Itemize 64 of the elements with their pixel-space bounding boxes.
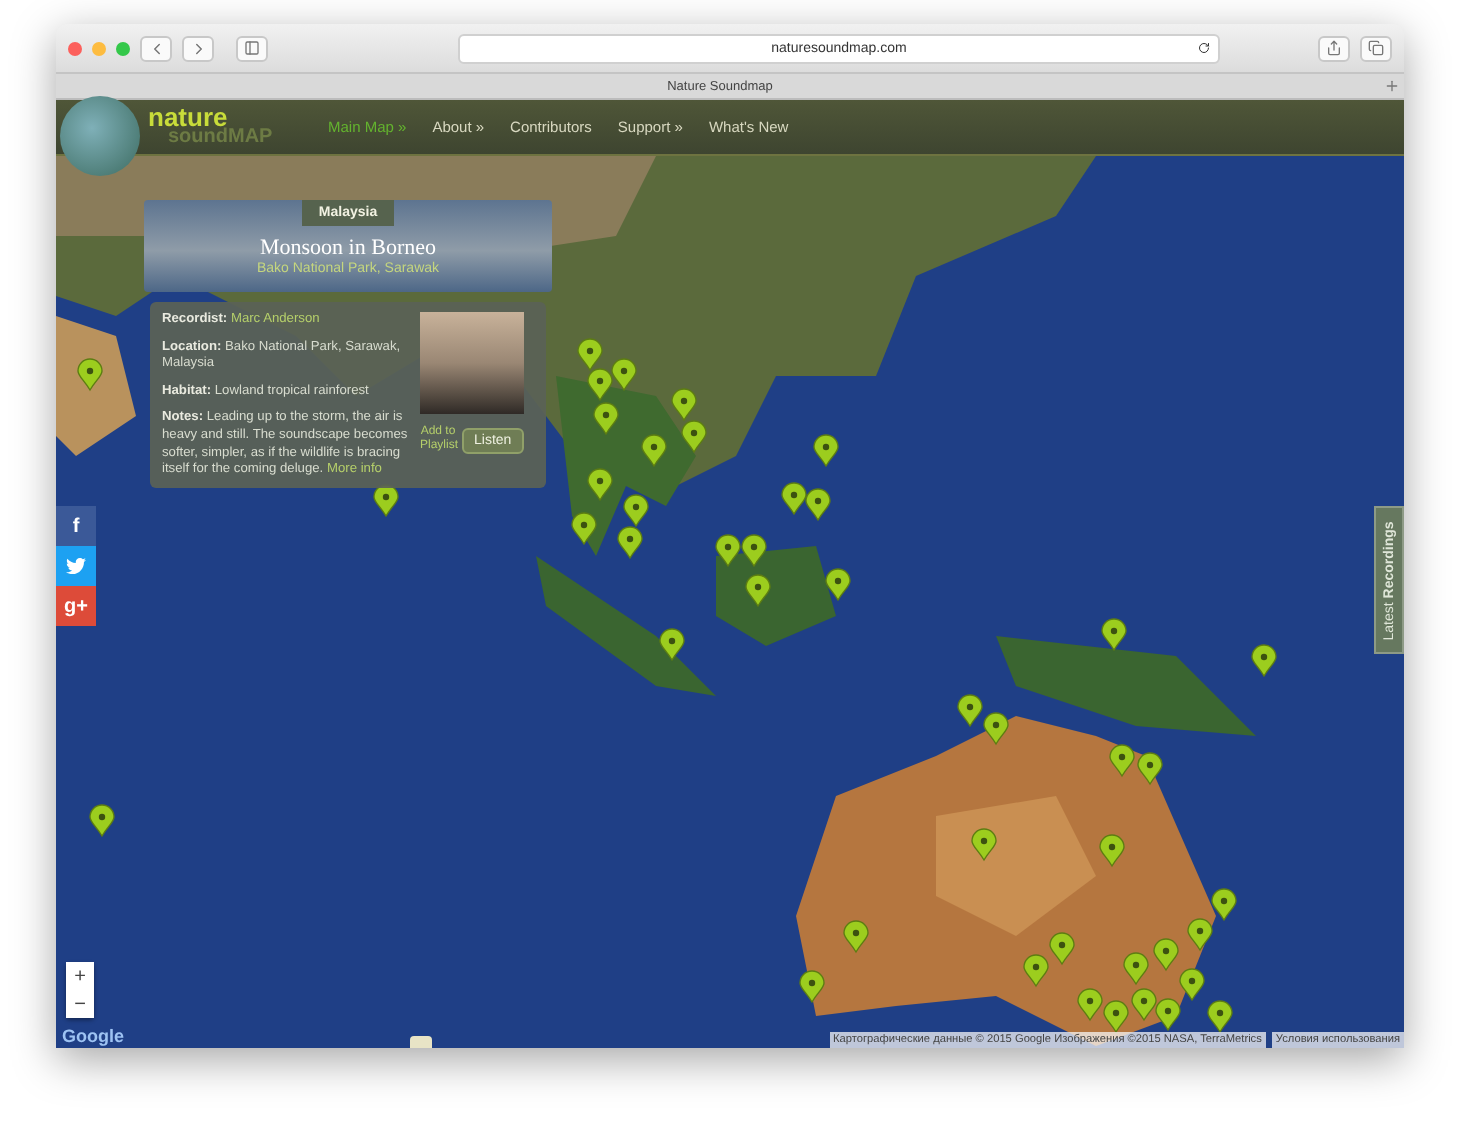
map-pin-icon[interactable] [971,828,997,861]
facebook-share-button[interactable]: f [56,506,96,546]
map-pin-icon[interactable] [1109,744,1135,777]
map-pin-icon[interactable] [77,358,103,391]
map-pin-icon[interactable] [983,712,1009,745]
map-pin-icon[interactable] [1123,952,1149,985]
map-pin-icon[interactable] [825,568,851,601]
map-pin-icon[interactable] [799,970,825,1003]
sidebar-button[interactable] [236,35,268,61]
recording-title: Monsoon in Borneo [260,236,436,260]
map-pin-icon[interactable] [1101,618,1127,651]
bird-icon [66,556,86,576]
map-pin-icon[interactable] [813,434,839,467]
map-pin-icon[interactable] [1049,932,1075,965]
map-pin-icon[interactable] [1251,644,1277,677]
map-pin-icon[interactable] [681,420,707,453]
twitter-share-button[interactable] [56,546,96,586]
zoom-in-button[interactable]: + [66,962,94,990]
map-pin-icon[interactable] [1099,834,1125,867]
map-pin-icon[interactable] [843,920,869,953]
map-pin-icon[interactable] [641,434,667,467]
map-pin-icon[interactable] [593,402,619,435]
share-icon [1326,40,1342,56]
map-pin-icon[interactable] [715,534,741,567]
map-pin-icon[interactable] [1131,988,1157,1021]
album-cover-placeholder [420,312,524,414]
map-pin-icon[interactable] [957,694,983,727]
map-pin-icon[interactable] [89,804,115,837]
google-share-button[interactable]: g+ [56,586,96,626]
map-pin-icon[interactable] [1153,938,1179,971]
map-pin-icon[interactable] [611,358,637,391]
forward-button[interactable] [182,35,214,61]
back-button[interactable] [140,35,172,61]
map-pin-icon[interactable] [1137,752,1163,785]
map-pin-icon[interactable] [577,338,603,371]
map-pin-icon[interactable] [671,388,697,421]
logo-text: nature [148,107,228,127]
map-pin-icon[interactable] [1211,888,1237,921]
map-pin-icon[interactable] [617,526,643,559]
map-pin-icon[interactable] [1187,918,1213,951]
map-pin-icon[interactable] [1023,954,1049,987]
tabs-icon [1368,40,1384,56]
close-icon[interactable] [68,41,82,55]
map-pin-icon[interactable] [1179,968,1205,1001]
map-pin-icon[interactable] [1103,1000,1129,1033]
map-pin-icon[interactable] [623,494,649,527]
map-pin-icon[interactable] [659,628,685,661]
zoom-out-button[interactable]: − [66,990,94,1018]
map-logo: Google [62,1026,124,1046]
map-pin-icon[interactable] [781,482,807,515]
map-pin-icon[interactable] [571,512,597,545]
map-pin-icon[interactable] [587,468,613,501]
reload-icon[interactable] [1198,42,1210,54]
map-pin-icon[interactable] [745,574,771,607]
map-pin-icon[interactable] [805,488,831,521]
tabs-button[interactable] [1360,35,1392,61]
sidebar-icon [244,40,260,56]
map-pin-icon[interactable] [587,368,613,401]
map-pin-icon[interactable] [741,534,767,567]
map-pin-icon[interactable] [1155,998,1181,1031]
panel-handle[interactable] [410,1036,432,1048]
share-button[interactable] [1318,35,1350,61]
map-pin-icon[interactable] [1077,988,1103,1021]
map-pin-icon[interactable] [1207,1000,1233,1033]
